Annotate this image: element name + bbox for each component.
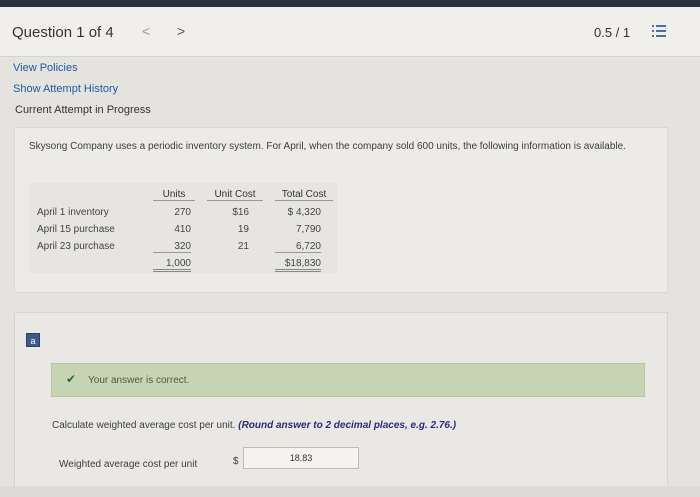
header-total-cost: Total Cost	[275, 189, 333, 201]
row-label: April 23 purchase	[37, 241, 115, 252]
correct-feedback-text: Your answer is correct.	[88, 375, 190, 386]
row-unit-cost: 19	[237, 224, 249, 235]
attempt-status: Current Attempt in Progress	[15, 104, 151, 116]
total-units: 1,000	[153, 258, 191, 272]
row-units: 320	[153, 241, 191, 253]
row-total-cost: $ 4,320	[287, 207, 321, 218]
weighted-average-cost-input[interactable]	[243, 447, 359, 469]
currency-symbol: $	[233, 456, 239, 467]
score-display: 0.5 / 1	[594, 25, 631, 40]
list-icon[interactable]	[652, 24, 666, 38]
row-unit-cost: 21	[237, 241, 249, 252]
previous-question-button[interactable]: <	[142, 23, 150, 39]
bottom-edge	[0, 486, 700, 497]
row-unit-cost: $16	[232, 207, 249, 218]
question-counter: Question 1 of 4	[12, 24, 114, 41]
row-label: April 15 purchase	[37, 224, 115, 235]
total-cost: $18,830	[275, 258, 321, 272]
row-total-cost: 7,790	[295, 224, 321, 235]
view-policies-link[interactable]: View Policies	[13, 62, 78, 74]
inventory-table: Units Unit Cost Total Cost April 1 inven…	[29, 183, 337, 273]
check-icon: ✔	[66, 372, 77, 386]
problem-panel: Skysong Company uses a periodic inventor…	[14, 127, 668, 293]
problem-statement: Skysong Company uses a periodic inventor…	[29, 141, 626, 152]
part-instruction: Calculate weighted average cost per unit…	[52, 420, 456, 431]
header-units: Units	[153, 189, 195, 201]
row-total-cost: 6,720	[275, 241, 321, 253]
weighted-average-cost-label: Weighted average cost per unit	[59, 459, 198, 470]
correct-feedback-bar: ✔ Your answer is correct.	[51, 363, 645, 397]
row-units: 410	[174, 224, 191, 235]
instruction-text: Calculate weighted average cost per unit…	[52, 420, 236, 431]
show-attempt-history-link[interactable]: Show Attempt History	[13, 83, 118, 95]
part-a-panel: a ✔ Your answer is correct. Calculate we…	[14, 312, 668, 497]
row-units: 270	[174, 207, 191, 218]
next-question-button[interactable]: >	[177, 23, 185, 39]
question-header: Question 1 of 4 < > 0.5 / 1	[0, 7, 700, 57]
header-unit-cost: Unit Cost	[207, 189, 263, 201]
rounding-note: (Round answer to 2 decimal places, e.g. …	[238, 420, 457, 431]
top-edge	[0, 0, 700, 7]
part-label-badge: a	[26, 333, 40, 347]
row-label: April 1 inventory	[37, 207, 109, 218]
